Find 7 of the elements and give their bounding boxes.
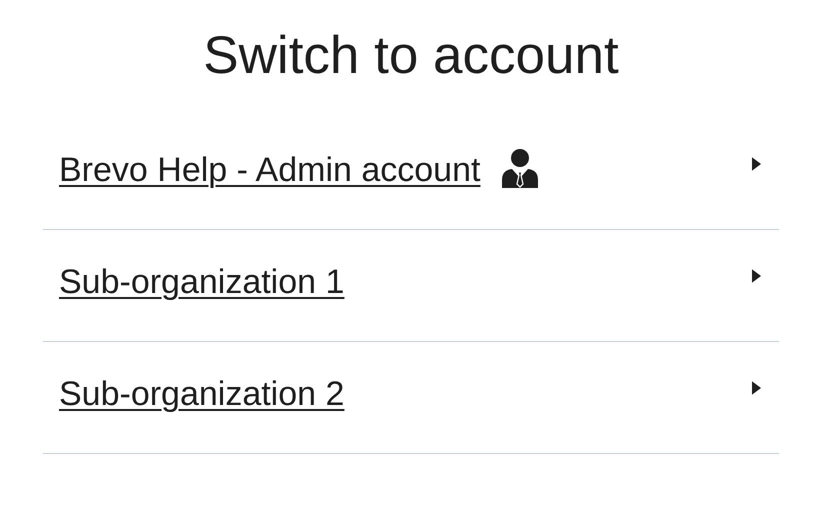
account-link[interactable]: Sub-organization 2 bbox=[59, 375, 344, 414]
caret-icon[interactable] bbox=[752, 268, 761, 282]
caret-icon[interactable] bbox=[752, 156, 761, 170]
dialog-title: Switch to account bbox=[202, 25, 620, 87]
account-link[interactable]: Brevo Help - Admin account bbox=[59, 151, 480, 190]
caret-icon[interactable] bbox=[752, 380, 761, 394]
account-link[interactable]: Sub-organization 1 bbox=[59, 263, 344, 302]
